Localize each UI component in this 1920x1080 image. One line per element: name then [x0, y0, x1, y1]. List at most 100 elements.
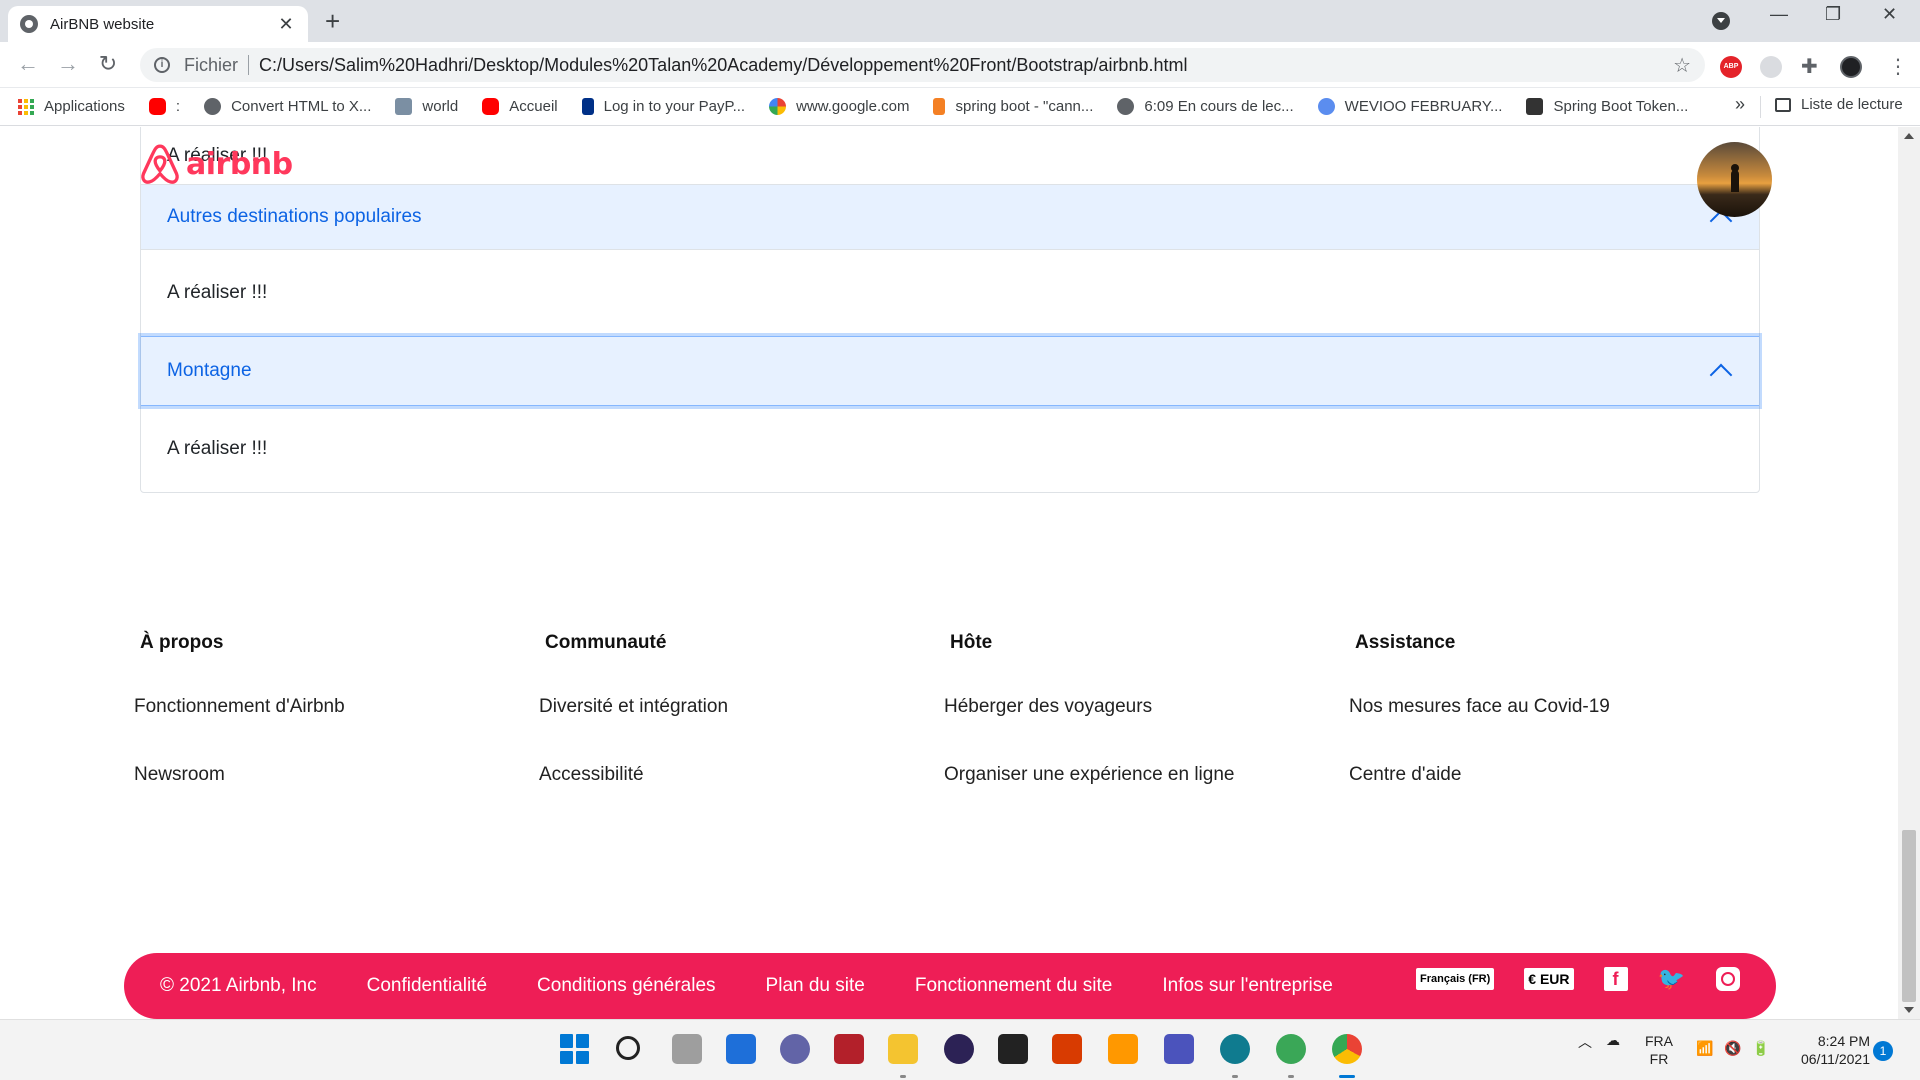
- tab-title: AirBNB website: [50, 15, 155, 33]
- footer-link[interactable]: Fonctionnement d'Airbnb: [134, 696, 539, 718]
- accordion-header-destinations[interactable]: Autres destinations populaires: [141, 184, 1759, 250]
- eclipse-icon[interactable]: [944, 1034, 974, 1064]
- airbnb-logo[interactable]: airbnb: [138, 142, 293, 186]
- atom-icon[interactable]: [1276, 1034, 1306, 1064]
- bookmark-youtube-1[interactable]: :: [148, 98, 181, 115]
- accordion-header-montagne[interactable]: Montagne: [141, 336, 1759, 406]
- teams-icon[interactable]: [1164, 1034, 1194, 1064]
- reading-list-button[interactable]: Liste de lecture: [1775, 96, 1903, 113]
- footer-heading: Hôte: [950, 632, 993, 653]
- notification-badge[interactable]: 1: [1873, 1041, 1893, 1061]
- browser-tab[interactable]: AirBNB website ✕: [8, 6, 308, 42]
- scroll-up-icon[interactable]: [1904, 133, 1914, 139]
- footer-heading: Assistance: [1355, 632, 1456, 653]
- address-bar[interactable]: i Fichier C:/Users/Salim%20Hadhri/Deskto…: [140, 48, 1705, 82]
- google-icon: [769, 98, 787, 115]
- sublime-text-icon[interactable]: [1108, 1034, 1138, 1064]
- bookmark-label: Applications: [44, 98, 125, 115]
- footer-link[interactable]: Organiser une expérience en ligne: [944, 764, 1349, 786]
- office-icon[interactable]: [1052, 1034, 1082, 1064]
- language-selector[interactable]: Français (FR): [1416, 968, 1495, 990]
- back-icon[interactable]: ←: [14, 51, 42, 77]
- extension-icon[interactable]: [1760, 56, 1782, 78]
- bookmark-label: :: [175, 98, 181, 115]
- volume-muted-icon[interactable]: 🔇: [1724, 1040, 1741, 1057]
- wevioo-icon: [1317, 98, 1335, 115]
- twitter-icon[interactable]: 🐦: [1658, 966, 1685, 991]
- bookmark-accueil[interactable]: Accueil: [482, 98, 558, 115]
- search-icon[interactable]: [616, 1036, 640, 1060]
- bookmark-applications[interactable]: Applications: [18, 98, 125, 115]
- close-tab-icon[interactable]: ✕: [276, 14, 296, 35]
- reload-icon[interactable]: ↻: [94, 51, 122, 77]
- currency-selector[interactable]: € EUR: [1524, 968, 1574, 990]
- app-icon-red[interactable]: [834, 1034, 864, 1064]
- bookmark-world[interactable]: world: [395, 98, 458, 115]
- accordion-body: A réaliser !!!: [167, 145, 268, 166]
- close-window-button[interactable]: ✕: [1882, 4, 1897, 25]
- footer-col-host: Hôte Héberger des voyageurs Organiser un…: [944, 632, 1349, 832]
- onedrive-icon[interactable]: ☁: [1606, 1032, 1620, 1049]
- language-indicator[interactable]: FRA FR: [1645, 1032, 1673, 1068]
- widgets-icon[interactable]: [726, 1034, 756, 1064]
- footer-bar-link-company[interactable]: Infos sur l'entreprise: [1162, 975, 1332, 997]
- file-explorer-icon[interactable]: [888, 1034, 918, 1064]
- notion-icon[interactable]: [998, 1034, 1028, 1064]
- bookmark-spring-token[interactable]: Spring Boot Token...: [1526, 98, 1688, 115]
- info-icon[interactable]: i: [154, 57, 170, 73]
- tray-chevron-icon[interactable]: ︿: [1578, 1032, 1592, 1052]
- page-scrollbar[interactable]: [1898, 127, 1920, 1019]
- paypal-icon: [581, 98, 594, 115]
- running-indicator: [1288, 1075, 1294, 1078]
- footer-bar-link-sitemap[interactable]: Plan du site: [766, 975, 865, 997]
- footer-bar-link-how-it-works[interactable]: Fonctionnement du site: [915, 975, 1113, 997]
- lang-top: FRA: [1645, 1033, 1673, 1049]
- time: 8:24 PM: [1817, 1033, 1870, 1049]
- bookmark-spring-boot-so[interactable]: spring boot - "cann...: [933, 98, 1093, 115]
- battery-icon[interactable]: 🔋: [1752, 1040, 1769, 1057]
- accordion-body: A réaliser !!!: [167, 438, 268, 459]
- footer-bar-icons: Français (FR) € EUR f 🐦: [1416, 966, 1772, 991]
- bookmark-star-icon[interactable]: ☆: [1673, 53, 1691, 78]
- more-bookmarks-icon[interactable]: »: [1735, 94, 1745, 115]
- footer-link[interactable]: Newsroom: [134, 764, 539, 786]
- bookmark-paypal[interactable]: Log in to your PayP...: [581, 98, 745, 115]
- world-image-icon: [395, 98, 413, 115]
- task-view-icon[interactable]: [672, 1034, 702, 1064]
- profile-avatar[interactable]: [1840, 56, 1862, 78]
- edge-icon[interactable]: [1220, 1034, 1250, 1064]
- instagram-icon[interactable]: [1715, 967, 1740, 991]
- facebook-icon[interactable]: f: [1603, 967, 1628, 991]
- scroll-down-icon[interactable]: [1904, 1007, 1914, 1013]
- bookmark-en-cours[interactable]: 6:09 En cours de lec...: [1117, 98, 1294, 115]
- footer-link[interactable]: Accessibilité: [539, 764, 944, 786]
- tab-search-icon[interactable]: [1712, 12, 1730, 30]
- accordion-body: A réaliser !!!: [167, 282, 268, 303]
- minimize-button[interactable]: —: [1770, 4, 1788, 25]
- scroll-thumb[interactable]: [1902, 830, 1916, 1002]
- new-tab-button[interactable]: +: [325, 8, 340, 34]
- adblock-icon[interactable]: ABP: [1720, 56, 1742, 78]
- maximize-button[interactable]: ❐: [1825, 4, 1841, 25]
- footer-link[interactable]: Centre d'aide: [1349, 764, 1754, 786]
- clock[interactable]: 8:24 PM 06/11/2021: [1795, 1032, 1870, 1068]
- teams-chat-icon[interactable]: [780, 1034, 810, 1064]
- reading-list-icon: [1775, 97, 1791, 112]
- url-text[interactable]: C:/Users/Salim%20Hadhri/Desktop/Modules%…: [259, 55, 1673, 76]
- footer-bar-link-terms[interactable]: Conditions générales: [537, 975, 716, 997]
- footer-bar-link-privacy[interactable]: Confidentialité: [367, 975, 487, 997]
- wifi-icon[interactable]: 📶: [1696, 1040, 1713, 1057]
- forward-icon[interactable]: →: [54, 51, 82, 77]
- footer-link[interactable]: Héberger des voyageurs: [944, 696, 1349, 718]
- user-avatar[interactable]: [1697, 142, 1772, 217]
- footer-link[interactable]: Nos mesures face au Covid-19: [1349, 696, 1754, 718]
- extensions-puzzle-icon[interactable]: ✚: [1801, 54, 1823, 78]
- chevron-up-icon: [1709, 363, 1733, 387]
- start-menu-icon[interactable]: [560, 1034, 590, 1064]
- chrome-menu-icon[interactable]: ⋮: [1888, 54, 1910, 78]
- bookmark-convert-html[interactable]: Convert HTML to X...: [204, 98, 371, 115]
- chrome-icon[interactable]: [1332, 1034, 1362, 1064]
- bookmark-google[interactable]: www.google.com: [769, 98, 909, 115]
- bookmark-wevioo[interactable]: WEVIOO FEBRUARY...: [1317, 98, 1502, 115]
- footer-link[interactable]: Diversité et intégration: [539, 696, 944, 718]
